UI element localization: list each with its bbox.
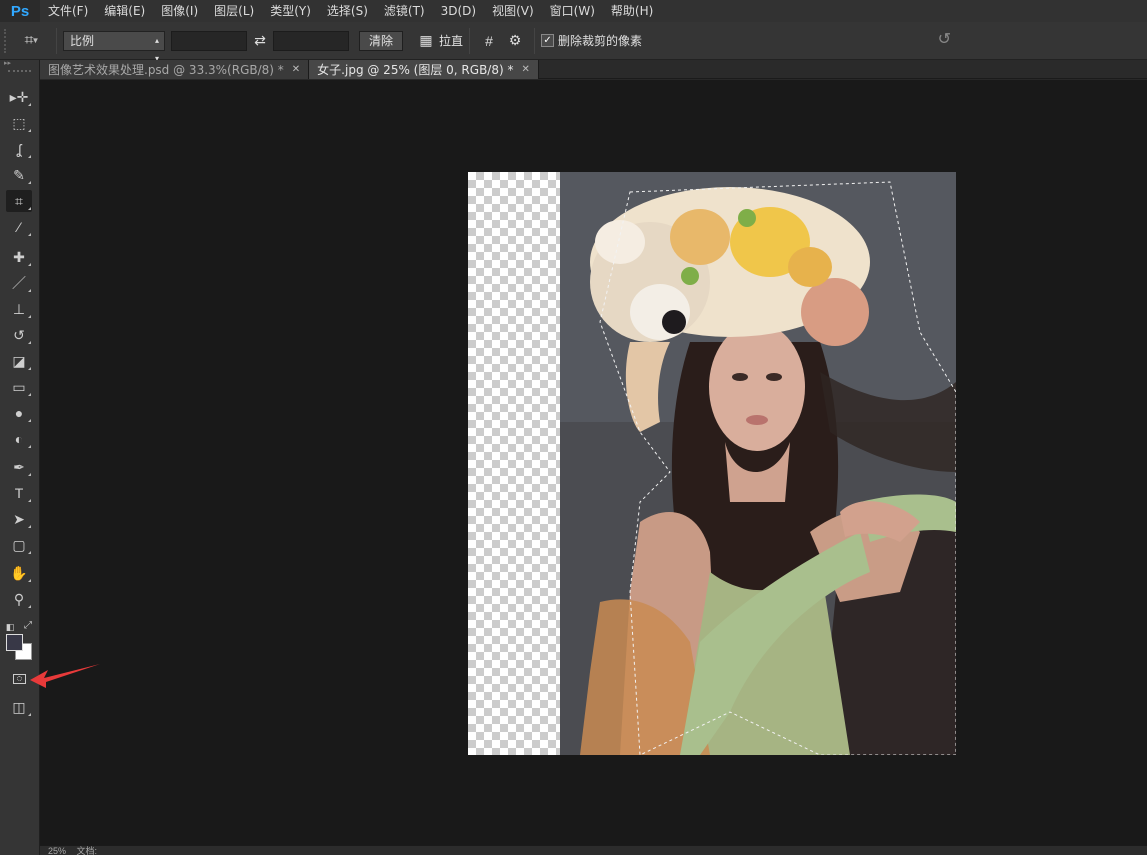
delete-cropped-label: 删除裁剪的像素: [558, 34, 643, 48]
crop-tool-icon: ⌗: [15, 192, 23, 209]
move-tool-icon: ▸✛: [9, 88, 29, 105]
stamp-tool-icon: ⊥: [12, 300, 26, 317]
document-tab-label: 女子.jpg @ 25% (图层 0, RGB/8) *: [317, 63, 514, 77]
divider: [534, 27, 536, 54]
delete-cropped-checkbox[interactable]: ✓: [541, 34, 555, 47]
overlay-grid-icon[interactable]: #: [476, 29, 502, 53]
type-tool-icon: T: [14, 485, 24, 501]
screen-mode-icon[interactable]: ◫: [6, 696, 32, 718]
menu-item[interactable]: 文件(F): [40, 0, 96, 22]
ratio-select-value: 比例: [70, 33, 95, 48]
height-ratio-input[interactable]: [273, 30, 349, 51]
shape-tool-icon: ▢: [12, 536, 26, 553]
menu-item[interactable]: 选择(S): [319, 0, 376, 22]
eyedropper-tool[interactable]: ⁄: [6, 216, 32, 238]
canvas-area[interactable]: [40, 80, 1147, 845]
menu-item[interactable]: 类型(Y): [262, 0, 319, 22]
history-brush-tool-icon: ↺: [13, 326, 25, 343]
foreground-color-swatch[interactable]: [6, 634, 23, 651]
toolbox-collapse-icon[interactable]: ▸▸: [0, 60, 39, 68]
eraser-tool-icon: ◪: [12, 352, 26, 369]
blur-tool[interactable]: ●: [6, 402, 32, 424]
quick-mask-icon[interactable]: [6, 668, 32, 690]
hand-tool-icon: ✋: [10, 564, 28, 581]
ratio-select[interactable]: 比例 ▴ ▾: [63, 30, 165, 63]
quick-select-tool[interactable]: ✎: [6, 164, 32, 186]
menu-item[interactable]: 3D(D): [433, 0, 484, 22]
close-icon[interactable]: ✕: [292, 64, 300, 75]
swap-colors-icon[interactable]: ⤢: [20, 614, 36, 636]
toolbox-grip[interactable]: [8, 70, 31, 76]
brush-tool[interactable]: ／: [6, 272, 32, 294]
close-icon[interactable]: ✕: [521, 64, 529, 75]
type-tool[interactable]: T: [6, 482, 32, 504]
photoshop-logo: Ps: [0, 0, 40, 22]
chevron-down-icon: ▼: [31, 36, 40, 45]
woman-photo: [560, 172, 956, 755]
document-tab-label: 图像艺术效果处理.psd @ 33.3%(RGB/8) *: [48, 63, 284, 77]
menu-bar: Ps 文件(F) 编辑(E) 图像(I) 图层(L) 类型(Y) 选择(S) 滤镜(T) 3D…: [0, 0, 1147, 22]
dodge-tool[interactable]: ◐: [6, 428, 32, 450]
pen-tool-icon: ✒: [13, 458, 25, 475]
path-select-tool-icon: ➤: [13, 510, 25, 527]
woman-photo-illustration: [560, 172, 956, 755]
zoom-tool[interactable]: ⚲: [6, 588, 32, 610]
eraser-tool[interactable]: ◪: [6, 350, 32, 372]
swap-icon[interactable]: ⇄: [247, 32, 273, 49]
straighten-icon[interactable]: ▦: [413, 29, 439, 53]
pen-tool[interactable]: ✒: [6, 456, 32, 478]
crop-tool[interactable]: ⌗: [6, 190, 32, 212]
document-tab[interactable]: 图像艺术效果处理.psd @ 33.3%(RGB/8) * ✕: [40, 60, 310, 79]
zoom-tool-icon: ⚲: [13, 590, 25, 607]
menu-item[interactable]: 图像(I): [153, 0, 206, 22]
quick-select-tool-icon: ✎: [13, 166, 25, 183]
transparent-region: [468, 172, 560, 755]
gradient-tool[interactable]: ▭: [6, 376, 32, 398]
move-tool[interactable]: ▸✛: [6, 86, 32, 108]
divider: [56, 27, 57, 54]
stamp-tool[interactable]: ⊥: [6, 298, 32, 320]
toolbox: ▸▸ ▸✛ ⬚ ʆ ✎ ⌗ ⁄ ✚ ／ ⊥ ↺ ◪ ▭ ● ◐ ✒ T ➤ ▢ ✋ ⚲ ◧ ⤢ ◫: [0, 60, 40, 855]
eyedropper-tool-icon: ⁄: [17, 219, 21, 235]
history-brush-tool[interactable]: ↺: [6, 324, 32, 346]
healing-tool[interactable]: ✚: [6, 246, 32, 268]
zoom-level[interactable]: 25%: [48, 846, 66, 855]
shape-tool[interactable]: ▢: [6, 534, 32, 556]
gradient-tool-icon: ▭: [12, 378, 26, 395]
marquee-tool-icon: ⬚: [12, 114, 26, 131]
blur-tool-icon: ●: [14, 405, 24, 421]
reset-icon[interactable]: ↺: [938, 29, 951, 49]
divider: [469, 27, 471, 54]
path-select-tool[interactable]: ➤: [6, 508, 32, 530]
lasso-tool[interactable]: ʆ: [6, 138, 32, 160]
document-tabs: 图像艺术效果处理.psd @ 33.3%(RGB/8) * ✕ 女子.jpg @ 2…: [40, 60, 1147, 79]
menu-item[interactable]: 视图(V): [484, 0, 542, 22]
gear-icon[interactable]: ⚙: [502, 29, 528, 53]
document-tab[interactable]: 女子.jpg @ 25% (图层 0, RGB/8) * ✕: [309, 60, 539, 79]
healing-tool-icon: ✚: [13, 248, 25, 265]
hand-tool[interactable]: ✋: [6, 562, 32, 584]
width-ratio-input[interactable]: [171, 30, 247, 51]
options-bar-grip[interactable]: [4, 28, 14, 53]
straighten-label[interactable]: 拉直: [439, 32, 463, 49]
doc-info[interactable]: 文档:: [77, 846, 98, 855]
menu-item[interactable]: 窗口(W): [542, 0, 603, 22]
dodge-tool-icon: ◐: [14, 431, 24, 447]
menu-item[interactable]: 编辑(E): [96, 0, 153, 22]
status-bar: 25% 文档:: [40, 845, 1147, 855]
brush-tool-icon: ／: [12, 275, 26, 291]
menu-item[interactable]: 图层(L): [206, 0, 262, 22]
document-canvas[interactable]: [468, 172, 956, 755]
lasso-tool-icon: ʆ: [16, 141, 22, 157]
crop-preset-picker[interactable]: ⌗ ▼: [14, 27, 50, 55]
clear-button[interactable]: 清除: [359, 30, 404, 51]
options-bar: ⌗ ▼ 比例 ▴ ▾ ⇄ 清除 ▦ 拉直 # ⚙ ✓ 删除裁剪的像素 ↺: [0, 22, 1147, 63]
marquee-tool[interactable]: ⬚: [6, 112, 32, 134]
menu-item[interactable]: 帮助(H): [603, 0, 661, 22]
menu-item[interactable]: 滤镜(T): [376, 0, 433, 22]
annotation-arrow-icon: [30, 664, 100, 688]
